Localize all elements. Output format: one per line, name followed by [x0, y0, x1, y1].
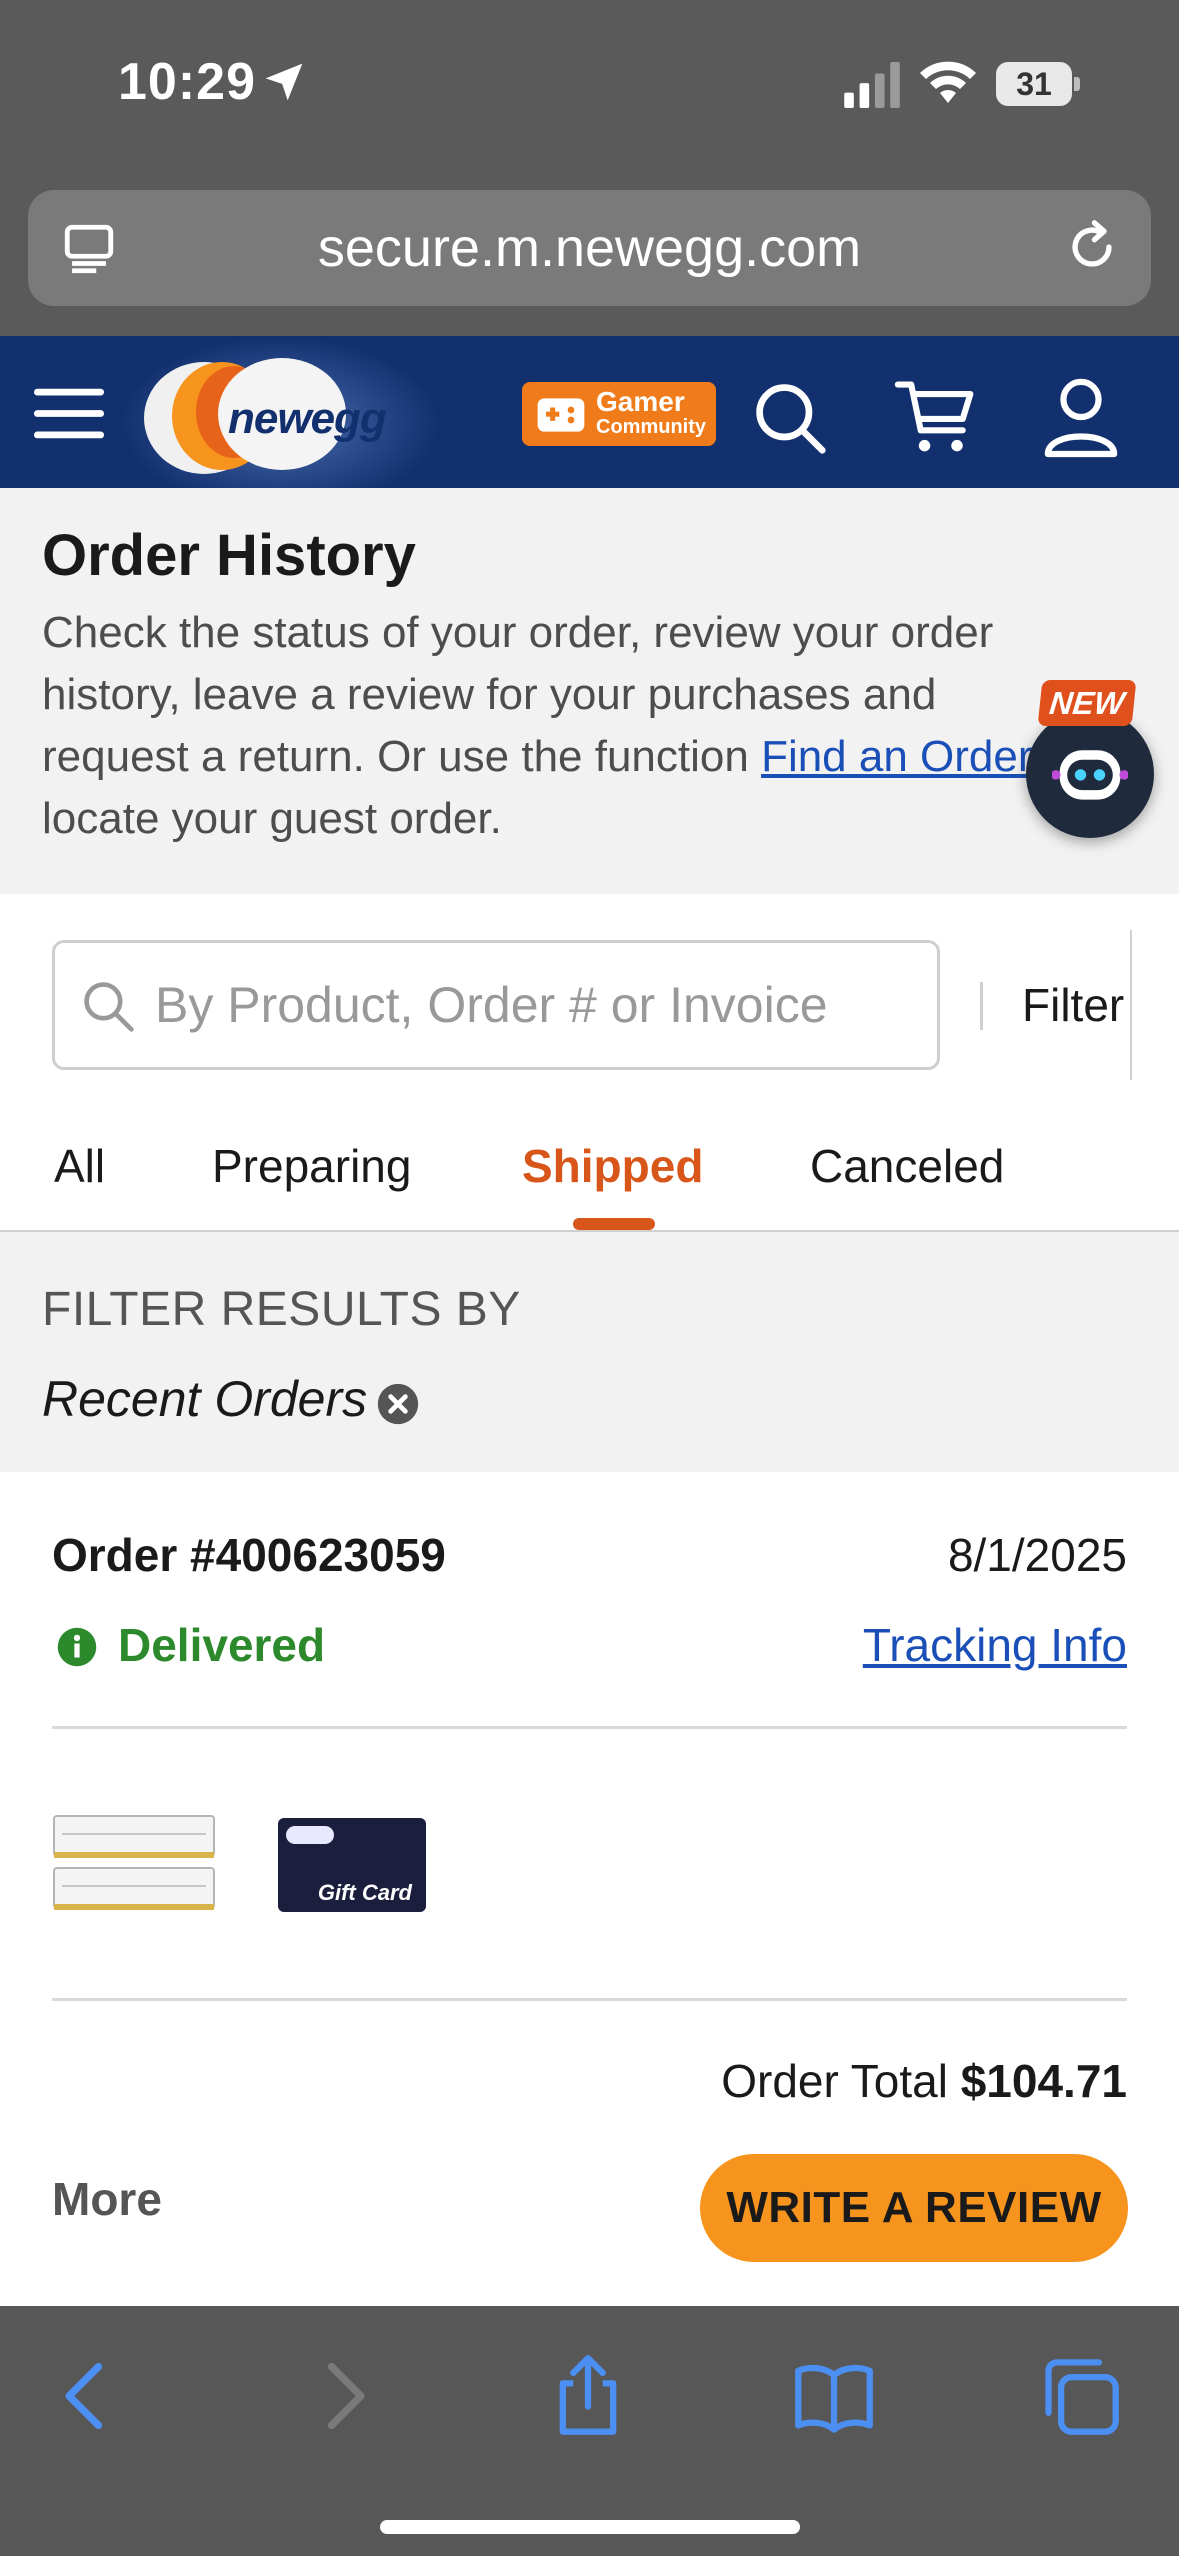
robot-icon [1052, 750, 1128, 800]
product-thumbnail-ram[interactable] [52, 1812, 216, 1918]
browser-toolbar [0, 2306, 1179, 2556]
order-search-input[interactable]: By Product, Order # or Invoice [52, 940, 940, 1070]
filter-divider [980, 982, 983, 1030]
address-bar[interactable]: secure.m.newegg.com [28, 190, 1151, 306]
site-header: newegg Gamer Community [0, 336, 1179, 511]
account-icon[interactable] [1042, 376, 1120, 458]
divider [52, 1998, 1127, 2001]
intro-description: Check the status of your order, review y… [42, 608, 1081, 843]
remove-filter-icon[interactable] [376, 1382, 420, 1426]
home-indicator [380, 2520, 800, 2534]
gamer-badge-title: Gamer [596, 386, 685, 417]
cellular-signal-icon [844, 62, 900, 108]
tab-preparing[interactable]: Preparing [212, 1126, 411, 1206]
order-total-value: $104.71 [960, 2055, 1127, 2107]
gamepad-icon [537, 398, 585, 432]
menu-icon[interactable] [34, 384, 104, 444]
filter-results-heading: FILTER RESULTS BY [42, 1283, 521, 1336]
url-text: secure.m.newegg.com [317, 218, 862, 278]
battery-indicator: 31 [996, 62, 1080, 106]
gamer-community-badge[interactable]: Gamer Community [522, 382, 716, 446]
gift-card-logo [286, 1826, 334, 1844]
reload-icon[interactable] [1063, 218, 1121, 276]
location-arrow-icon [265, 63, 303, 101]
filter-button[interactable]: Filter [978, 930, 1130, 1080]
browser-chrome: 10:29 31 secure.m.newegg.com [0, 0, 1179, 336]
search-section: By Product, Order # or Invoice Filter Al… [0, 894, 1179, 1233]
tabs-icon[interactable] [1038, 2354, 1122, 2438]
order-status: Delivered [118, 1619, 326, 1671]
new-badge: NEW [1037, 680, 1137, 726]
order-total-label: Order Total [721, 2055, 948, 2107]
active-tab-indicator [573, 1218, 655, 1230]
order-card: Order #400623059 8/1/2025 Delivered Trac… [0, 1472, 1179, 2306]
divider [52, 1726, 1127, 1729]
wifi-icon [920, 61, 976, 103]
forward-icon[interactable] [300, 2354, 384, 2438]
status-time: 10:29 [118, 53, 256, 111]
filter-results: FILTER RESULTS BY Recent Orders [0, 1232, 1179, 1472]
order-number[interactable]: Order #400623059 [52, 1528, 446, 1582]
search-placeholder: By Product, Order # or Invoice [155, 977, 828, 1033]
tab-canceled[interactable]: Canceled [810, 1126, 1004, 1206]
gift-card-label: Gift Card [317, 1880, 412, 1905]
tab-shipped[interactable]: Shipped [522, 1126, 703, 1206]
bookmarks-icon[interactable] [792, 2354, 876, 2438]
page-title: Order History [42, 523, 416, 588]
product-thumbnail-gift-card[interactable]: Gift Card [278, 1818, 426, 1912]
write-review-button[interactable]: WRITE A REVIEW [700, 2154, 1128, 2262]
filter-label: Filter [1022, 979, 1125, 1031]
tracking-info-link[interactable]: Tracking Info [863, 1618, 1127, 1672]
share-icon[interactable] [546, 2354, 630, 2438]
cart-icon[interactable] [894, 376, 978, 458]
info-icon [57, 1627, 97, 1667]
logo-text: newegg [228, 394, 387, 443]
ai-assistant-button[interactable] [1026, 710, 1154, 838]
order-history-intro: Order History Check the status of your o… [0, 488, 1179, 894]
back-icon[interactable] [46, 2354, 130, 2438]
search-icon[interactable] [752, 380, 828, 456]
order-total: Order Total $104.71 [721, 2054, 1127, 2108]
order-date: 8/1/2025 [947, 1529, 1127, 1581]
search-field-icon [84, 982, 134, 1032]
more-button[interactable]: More [52, 2172, 162, 2226]
tab-all[interactable]: All [54, 1126, 105, 1206]
gamer-badge-subtitle: Community [596, 416, 706, 438]
newegg-logo[interactable]: newegg [142, 350, 402, 480]
find-an-order-link[interactable]: Find an Order [761, 732, 1032, 781]
filter-chip-label: Recent Orders [42, 1371, 368, 1427]
